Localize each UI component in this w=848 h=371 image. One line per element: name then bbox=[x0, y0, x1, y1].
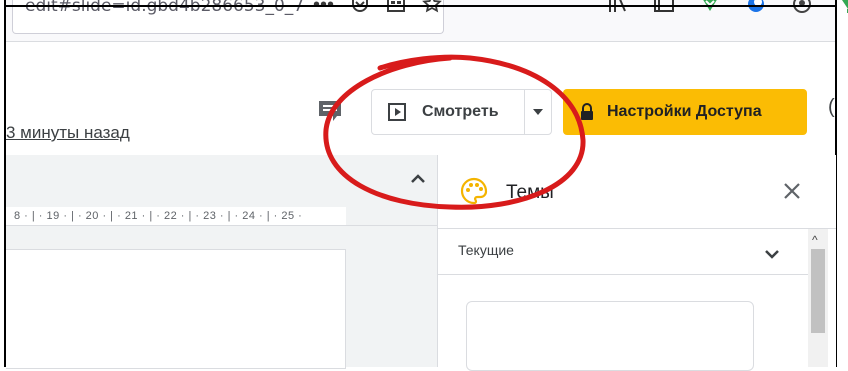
scrollbar-thumb[interactable] bbox=[811, 249, 825, 333]
scroll-up-icon[interactable]: ^ bbox=[812, 233, 818, 247]
reader-icon[interactable] bbox=[386, 0, 406, 20]
view-button-label: Смотреть bbox=[422, 103, 499, 120]
sidebar-icon[interactable] bbox=[652, 0, 676, 16]
view-options-dropdown[interactable] bbox=[525, 90, 551, 134]
extension-icons bbox=[606, 0, 848, 16]
current-themes-label: Текущие bbox=[458, 242, 514, 258]
themes-header-divider bbox=[438, 228, 836, 229]
ruler-divider bbox=[6, 225, 437, 226]
caret-down-icon bbox=[533, 109, 543, 115]
slide-canvas[interactable] bbox=[6, 249, 346, 369]
comment-history-icon[interactable] bbox=[318, 100, 342, 122]
face-extension-icon[interactable] bbox=[790, 0, 814, 16]
lock-icon bbox=[581, 103, 593, 120]
horizontal-ruler[interactable]: 8 · | · 19 · | · 20 · | · 21 · | · 22 · … bbox=[6, 207, 346, 225]
last-edit-link[interactable]: 3 минуты назад bbox=[6, 123, 130, 143]
share-button[interactable]: Настройки Доступа bbox=[563, 89, 807, 135]
edge-extension-icon[interactable] bbox=[744, 0, 768, 16]
shield-extension-icon[interactable] bbox=[698, 0, 722, 16]
library-icon[interactable] bbox=[606, 0, 630, 16]
themes-panel: Темы Текущие ^ bbox=[437, 155, 836, 371]
chevron-down-icon bbox=[765, 250, 779, 259]
url-actions: ••• bbox=[313, 0, 442, 20]
share-button-label: Настройки Доступа bbox=[607, 103, 762, 120]
bookmark-star-icon[interactable] bbox=[422, 0, 442, 20]
view-slideshow-button[interactable]: Смотреть bbox=[371, 89, 552, 135]
frame-top-border bbox=[4, 5, 836, 7]
slide-editor-area: 8 · | · 19 · | · 20 · | · 21 · | · 22 · … bbox=[6, 155, 437, 369]
view-main-action[interactable]: Смотреть bbox=[372, 90, 524, 134]
palette-icon bbox=[460, 177, 488, 205]
themes-panel-title: Темы bbox=[506, 182, 554, 203]
current-section-divider bbox=[438, 274, 808, 275]
url-text: edit#slide=id.gbd4b286653_0_7 bbox=[25, 0, 305, 16]
more-icon[interactable]: ••• bbox=[313, 0, 334, 20]
close-icon[interactable] bbox=[782, 181, 802, 201]
play-icon bbox=[388, 103, 406, 121]
account-avatar-edge[interactable]: ( bbox=[828, 96, 835, 119]
current-themes-toggle[interactable] bbox=[762, 245, 782, 263]
current-theme-thumbnail[interactable] bbox=[466, 301, 754, 371]
chevron-up-icon bbox=[411, 174, 425, 183]
collapse-toolbar-button[interactable] bbox=[406, 167, 430, 191]
download-extension-icon[interactable] bbox=[836, 0, 848, 16]
themes-scrollbar[interactable]: ^ bbox=[808, 229, 828, 367]
pocket-icon[interactable] bbox=[350, 0, 370, 20]
